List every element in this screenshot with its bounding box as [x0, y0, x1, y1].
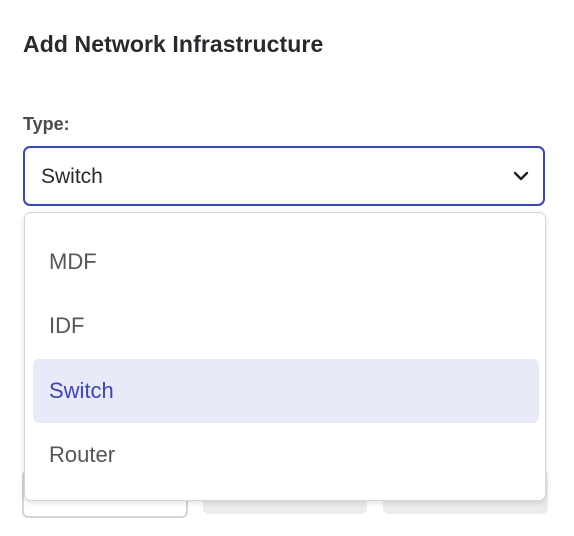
option-idf[interactable]: IDF	[33, 294, 539, 358]
chevron-down-icon	[513, 171, 529, 181]
option-label: Switch	[49, 378, 114, 403]
type-select-value: Switch	[41, 165, 103, 188]
option-mdf[interactable]: MDF	[33, 230, 539, 294]
type-select[interactable]: Switch	[23, 146, 545, 206]
type-dropdown-menu: MDF IDF Switch Router	[24, 212, 546, 501]
dialog-title: Add Network Infrastructure	[23, 31, 324, 57]
option-router[interactable]: Router	[33, 423, 539, 487]
option-label: Router	[49, 442, 116, 467]
option-label: MDF	[49, 249, 97, 274]
option-label: IDF	[49, 313, 85, 338]
type-label: Type:	[23, 114, 70, 134]
option-switch[interactable]: Switch	[33, 359, 539, 423]
add-network-infrastructure-dialog: Add Network Infrastructure Type: Switch …	[0, 0, 574, 536]
